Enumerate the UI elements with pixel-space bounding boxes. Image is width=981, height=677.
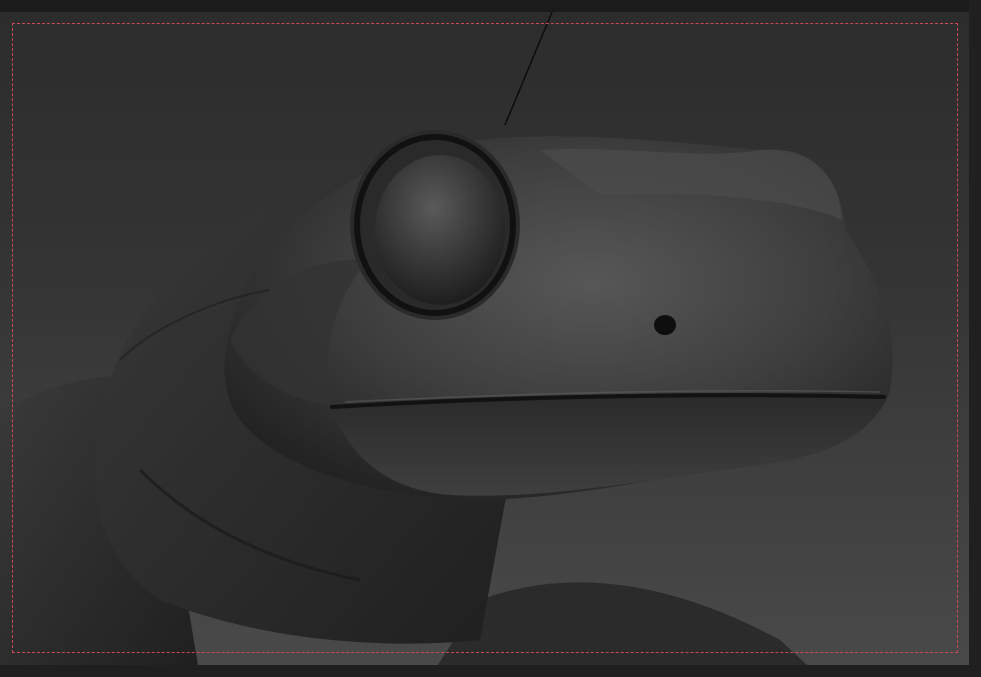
sculpting-app xyxy=(0,0,981,677)
3d-viewport[interactable] xyxy=(0,0,981,677)
nostril xyxy=(654,315,676,335)
frog-model[interactable] xyxy=(0,0,981,677)
eyeball xyxy=(375,155,505,305)
viewport-right-border xyxy=(969,0,981,677)
pivot-line xyxy=(504,0,558,126)
viewport-bottom-border xyxy=(0,665,981,677)
lower-jaw xyxy=(330,393,885,496)
viewport-top-border xyxy=(0,0,981,12)
frog-arm xyxy=(430,582,820,677)
